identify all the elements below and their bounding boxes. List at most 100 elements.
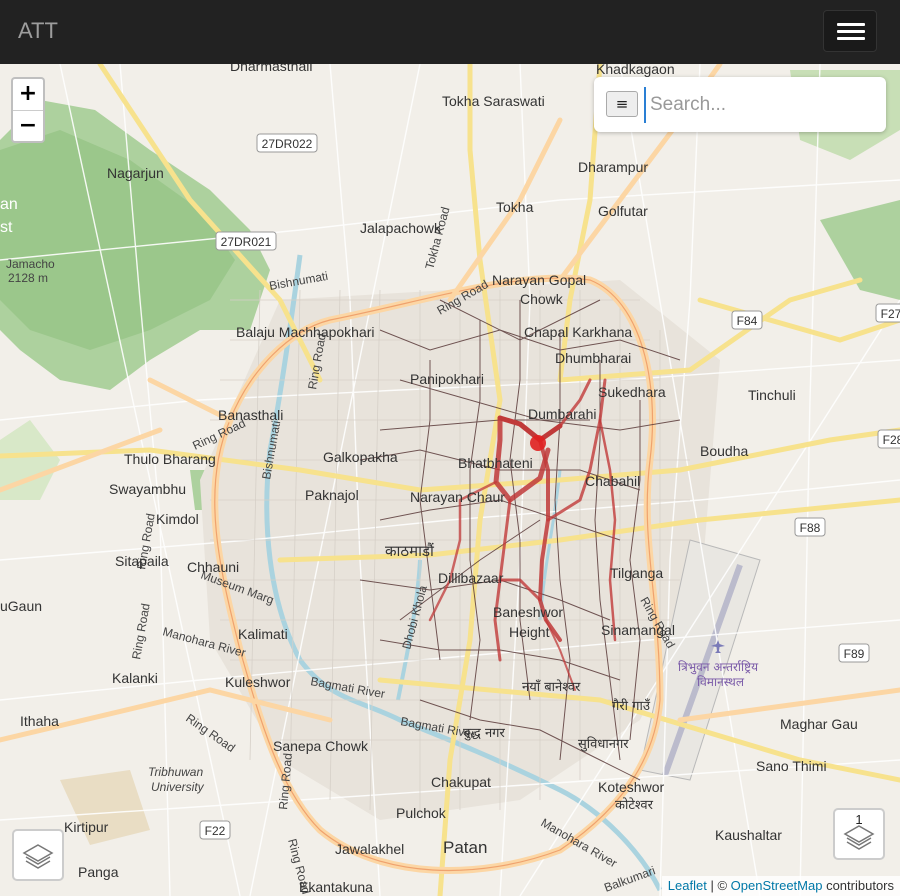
place-label: Chabahil <box>585 473 640 489</box>
place-label: Ithaha <box>20 713 59 729</box>
route-shield-label: 27DR022 <box>262 137 313 151</box>
place-label: st <box>0 219 13 236</box>
place-label: Dharampur <box>578 159 648 175</box>
place-label: Tilganga <box>610 565 663 581</box>
place-label: Maghar Gau <box>780 716 858 732</box>
hamburger-icon-bar <box>837 30 865 33</box>
place-label: University <box>151 780 205 794</box>
place-label: Dumbarahi <box>528 406 596 422</box>
place-label: Panga <box>78 864 119 880</box>
place-label: Tribhuwan <box>148 765 203 779</box>
place-label: Sano Thimi <box>756 758 827 774</box>
place-label: Khadkagaon <box>596 64 675 77</box>
navbar: ATT <box>0 0 900 64</box>
place-label: Kuleshwor <box>225 674 291 690</box>
brand-title[interactable]: ATT <box>18 18 58 44</box>
attribution-separator: | © <box>710 878 728 893</box>
map-tiles: 27DR022 27DR021 F84 F27 F28 F88 F89 F22 … <box>0 64 900 896</box>
place-label: Koteshwor <box>598 779 664 795</box>
place-label: नयाँ बानेश्वर <box>522 679 581 695</box>
place-label: Sukedhara <box>598 384 666 400</box>
place-label: Swayambhu <box>109 481 186 497</box>
place-label: Banasthali <box>218 407 283 423</box>
place-label: Narayan Chaur <box>410 489 505 505</box>
place-label: Paknajol <box>305 487 359 503</box>
place-label: Ekantakuna <box>299 879 373 895</box>
route-shield-label: F27 <box>881 307 900 321</box>
place-label: Kalimati <box>238 626 288 642</box>
leaflet-link[interactable]: Leaflet <box>668 878 707 893</box>
route-shield: 27DR021 <box>215 231 277 251</box>
place-label: Tokha Saraswati <box>442 93 545 109</box>
zoom-control: + − <box>11 77 45 143</box>
route-shield: F22 <box>199 820 231 840</box>
route-shield: F84 <box>731 310 763 330</box>
place-label: Kimdol <box>156 511 199 527</box>
place-label: Kaushaltar <box>715 827 782 843</box>
overlay-layers-button[interactable]: 1 <box>833 808 885 860</box>
zoom-out-button[interactable]: − <box>13 111 43 142</box>
place-label: Bhatbhateni <box>458 455 533 471</box>
route-shield: F88 <box>794 517 826 537</box>
route-shield-label: F88 <box>800 521 821 535</box>
place-label: सुविधानगर <box>578 736 629 752</box>
place-label: Tokha <box>496 199 534 215</box>
place-label: Sitapaila <box>115 553 169 569</box>
place-label: गैरी गाउँ <box>612 698 651 714</box>
zoom-in-button[interactable]: + <box>13 79 43 111</box>
place-label: Jalapachowk <box>360 220 442 236</box>
place-label: Thulo Bharang <box>124 451 216 467</box>
route-shield: F28 <box>877 429 900 449</box>
place-label: uGaun <box>0 598 42 614</box>
list-icon[interactable]: ≡ <box>606 91 638 117</box>
route-shield-label: F22 <box>205 824 226 838</box>
hamburger-icon <box>837 23 865 26</box>
search-input[interactable] <box>644 87 882 123</box>
route-shield-label: F28 <box>883 433 900 447</box>
place-label: Golfutar <box>598 203 648 219</box>
place-label: Chhauni <box>187 559 239 575</box>
map-canvas[interactable]: 27DR022 27DR021 F84 F27 F28 F88 F89 F22 … <box>0 64 900 896</box>
overlay-count-badge: 1 <box>855 812 863 827</box>
place-label: Dhumbharai <box>555 350 631 366</box>
place-label: 2128 m <box>8 271 48 285</box>
place-label: Tinchuli <box>748 387 796 403</box>
place-label: Narayan Gopal <box>492 272 586 288</box>
route-shield-label: 27DR021 <box>221 235 272 249</box>
place-label: Dharmasthali <box>230 64 312 74</box>
place-label: Pulchok <box>396 805 447 821</box>
place-label: Panipokhari <box>410 371 484 387</box>
place-label: Kalanki <box>112 670 158 686</box>
place-label: कोटेश्वर <box>615 797 654 813</box>
place-label: Jamacho <box>6 257 55 271</box>
place-label: Sinamangal <box>601 622 675 638</box>
route-shield: F27 <box>875 303 900 323</box>
search-box: ≡ <box>594 77 886 132</box>
hamburger-icon-bar <box>837 37 865 40</box>
place-label: Jawalakhel <box>335 841 404 857</box>
place-label: त्रिभुवन अन्तर्राष्ट्रिय <box>678 660 759 675</box>
place-label: Chowk <box>520 291 564 307</box>
osm-link[interactable]: OpenStreetMap <box>731 878 823 893</box>
route-shield-label: F89 <box>844 647 865 661</box>
place-label: Kirtipur <box>64 819 109 835</box>
map-attribution: Leaflet | © OpenStreetMap contributors <box>661 876 900 896</box>
place-label: Galkopakha <box>323 449 398 465</box>
attribution-suffix: contributors <box>826 878 894 893</box>
place-label: Dillibazaar <box>438 570 504 586</box>
place-label: विमानस्थल <box>697 675 745 689</box>
place-label: Chakupat <box>431 774 491 790</box>
place-label: Height <box>509 624 550 640</box>
hotspot-marker <box>530 435 546 451</box>
menu-toggle-button[interactable] <box>823 10 877 52</box>
place-label: Sanepa Chowk <box>273 738 369 754</box>
place-label: Balaju Machhapokhari <box>236 324 375 340</box>
place-label: Chapal Karkhana <box>524 324 632 340</box>
place-label: Nagarjun <box>107 165 164 181</box>
place-label: बुद्ध नगर <box>463 726 505 741</box>
route-shield: 27DR022 <box>256 133 318 153</box>
place-label: an <box>0 196 18 213</box>
basemap-layers-button[interactable] <box>12 829 64 881</box>
place-label: काठमाडौं <box>385 542 435 560</box>
route-shield-label: F84 <box>737 314 758 328</box>
